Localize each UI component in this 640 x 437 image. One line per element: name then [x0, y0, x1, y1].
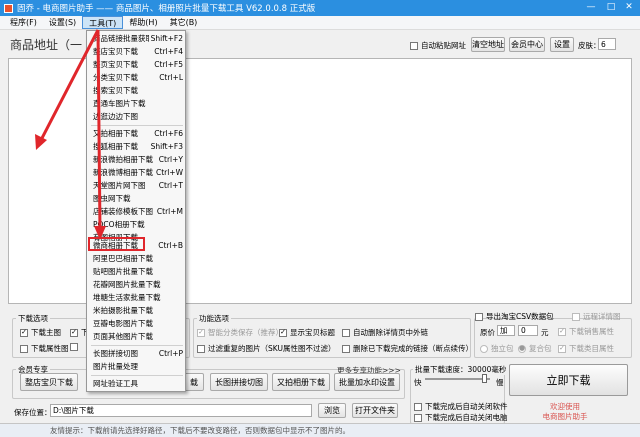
arrow-head-left	[35, 134, 47, 150]
arrow-to-weishang	[96, 29, 102, 233]
annotation-arrows	[35, 29, 106, 240]
arrow-to-url-label	[38, 29, 100, 143]
arrow-head-down	[94, 226, 106, 240]
